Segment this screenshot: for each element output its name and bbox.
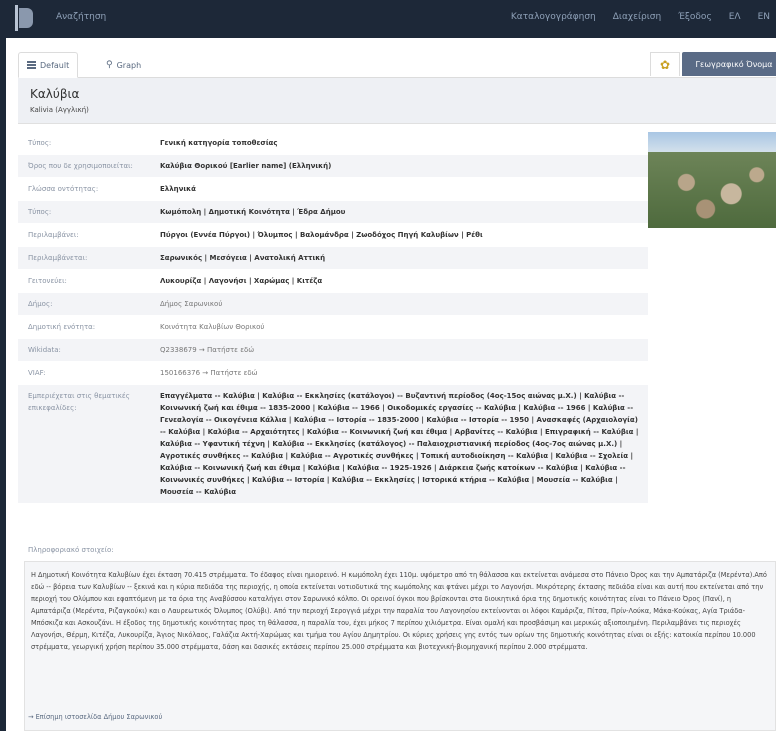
property-row: Δημοτική ενότητα: Κοινότητα Καλυβίων Θορι…: [18, 316, 648, 339]
property-key: Περιλαμβάνεται:: [28, 254, 88, 262]
property-value[interactable]: Q2338679 → Πατήστε εδώ: [160, 339, 648, 361]
nav-logout[interactable]: Έξοδος: [678, 12, 712, 22]
tab-default[interactable]: Default: [18, 52, 79, 78]
property-value[interactable]: Δήμος Σαρωνικού: [160, 293, 648, 315]
nav-cataloguing[interactable]: Καταλογογράφηση: [511, 12, 596, 22]
geographic-name-button[interactable]: Γεωγραφικό Όνομα: [682, 52, 776, 76]
graph-icon: ⚲: [106, 60, 113, 70]
property-row: Εμπεριέχεται στις θεματικές επικεφαλίδες…: [18, 385, 648, 504]
logo-shape: [19, 8, 33, 28]
property-key: Δήμος:: [28, 300, 53, 308]
photo-sky: [648, 132, 776, 154]
property-key: Γλώσσα οντότητας:: [28, 185, 99, 193]
property-key: Δημοτική ενότητα:: [28, 323, 96, 331]
nav-lang-el[interactable]: ΕΛ: [729, 12, 741, 22]
property-row: Τύπος: Γενική κατηγορία τοποθεσίας: [18, 132, 648, 155]
logo-bar: [15, 5, 18, 31]
tab-default-label: Default: [40, 60, 70, 70]
property-row: VIAF: 150166376 → Πατήστε εδώ: [18, 362, 648, 385]
property-value[interactable]: Σαρωνικός | Μεσόγεια | Ανατολική Αττική: [160, 247, 648, 269]
property-row: Wikidata: Q2338679 → Πατήστε εδώ: [18, 339, 648, 362]
property-value[interactable]: Καλύβια Θορικού [Earlier name] (Ελληνική…: [160, 155, 648, 177]
page-subtitle: Kalivia (Αγγλική): [30, 106, 89, 114]
property-key: Wikidata:: [28, 346, 61, 354]
top-navbar: Αναζήτηση Καταλογογράφηση Διαχείριση Έξο…: [0, 0, 776, 36]
tab-graph-label: Graph: [116, 60, 142, 70]
list-icon: [27, 61, 36, 69]
property-value[interactable]: 150166376 → Πατήστε εδώ: [160, 362, 648, 384]
tab-graph[interactable]: ⚲ Graph: [98, 52, 149, 78]
photo-town: [648, 152, 776, 228]
property-value[interactable]: Ελληνικά: [160, 178, 648, 200]
property-value[interactable]: Κωμόπολη | Δημοτική Κοινότητα | Έδρα Δήμ…: [160, 201, 648, 223]
record-sheet: Default ⚲ Graph ✿ Γεωγραφικό Όνομα Καλύβ…: [6, 38, 776, 731]
property-row: Περιλαμβάνεται: Σαρωνικός | Μεσόγεια | Αν…: [18, 247, 648, 270]
property-row: Όρος που δε χρησιμοποιείται: Καλύβια Θορι…: [18, 155, 648, 178]
view-tabs: Default ⚲ Graph ✿ Γεωγραφικό Όνομα: [18, 52, 776, 78]
property-row: Περιλαμβάνει: Πύργοι (Εννέα Πύργοι) | Όλυ…: [18, 224, 648, 247]
properties-table: Τύπος: Γενική κατηγορία τοποθεσίας Όρος πο…: [18, 132, 648, 504]
property-row: Τύπος: Κωμόπολη | Δημοτική Κοινότητα | Έδ…: [18, 201, 648, 224]
official-site-link[interactable]: → Επίσημη ιστοσελίδα Δήμου Σαρωνικού: [28, 713, 162, 721]
nav-search-link[interactable]: Αναζήτηση: [56, 12, 106, 22]
place-photo[interactable]: [648, 132, 776, 228]
geo-search-icon[interactable]: ✿: [650, 52, 680, 76]
property-key: Όρος που δε χρησιμοποιείται:: [28, 162, 133, 170]
property-key: Τύπος:: [28, 139, 52, 147]
property-row: Γειτονεύει: Λυκουρίζα | Λαγονήσι | Χαρώμα…: [18, 270, 648, 293]
property-key: Εμπεριέχεται στις θεματικές επικεφαλίδες…: [28, 392, 130, 412]
info-text: Η Δημοτική Κοινότητα Καλυβίων έχει έκτασ…: [24, 561, 776, 731]
property-value[interactable]: Κοινότητα Καλυβίων Θορικού: [160, 316, 648, 338]
property-row: Δήμος: Δήμος Σαρωνικού: [18, 293, 648, 316]
property-key: Περιλαμβάνει:: [28, 231, 79, 239]
top-nav-menu: Καταλογογράφηση Διαχείριση Έξοδος ΕΛ EN: [511, 12, 770, 22]
page-title: Καλύβια: [30, 87, 80, 101]
nav-management[interactable]: Διαχείριση: [613, 12, 661, 22]
property-value[interactable]: Λυκουρίζα | Λαγονήσι | Χαρώμας | Κιτέζα: [160, 270, 648, 292]
property-value[interactable]: Επαγγέλματα -- Καλύβια | Καλύβια -- Εκκλ…: [160, 385, 648, 503]
property-key: VIAF:: [28, 369, 46, 377]
property-row: Γλώσσα οντότητας: Ελληνικά: [18, 178, 648, 201]
property-key: Γειτονεύει:: [28, 277, 67, 285]
nav-lang-en[interactable]: EN: [758, 12, 770, 22]
logo-icon[interactable]: [10, 4, 38, 32]
record-header: Καλύβια Kalivia (Αγγλική): [18, 78, 776, 124]
property-value[interactable]: Γενική κατηγορία τοποθεσίας: [160, 132, 648, 154]
property-key: Τύπος:: [28, 208, 52, 216]
info-title: Πληροφοριακό στοιχείο:: [28, 546, 114, 554]
property-value[interactable]: Πύργοι (Εννέα Πύργοι) | Όλυμπος | Βαλομά…: [160, 224, 648, 246]
